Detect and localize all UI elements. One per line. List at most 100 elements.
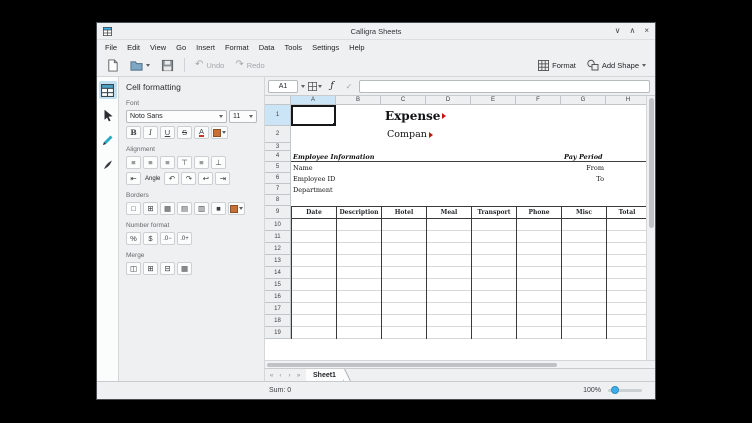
menu-insert[interactable]: Insert <box>191 43 220 52</box>
row-header-6[interactable]: 6 <box>265 173 291 184</box>
cell-reference-box[interactable]: A1 <box>268 79 298 93</box>
last-sheet-button[interactable]: » <box>294 369 303 381</box>
formula-button[interactable]: ƒ <box>325 79 339 93</box>
column-header-e[interactable]: E <box>471 96 516 105</box>
save-button[interactable] <box>157 56 178 74</box>
row-header-2[interactable]: 2 <box>265 126 291 143</box>
border-horizontal-button[interactable]: ▤ <box>177 202 192 215</box>
selection-tool-button[interactable] <box>99 106 117 124</box>
row-header-12[interactable]: 12 <box>265 243 291 255</box>
minimize-button[interactable]: ∨ <box>615 27 621 35</box>
row-header-18[interactable]: 18 <box>265 315 291 327</box>
row-header-9[interactable]: 9 <box>265 206 291 219</box>
align-bottom-button[interactable]: ⊥ <box>211 156 226 169</box>
row-header-3[interactable]: 3 <box>265 143 291 151</box>
underline-button[interactable]: U <box>160 126 175 139</box>
row-header-11[interactable]: 11 <box>265 231 291 243</box>
zoom-slider-thumb[interactable] <box>611 386 619 394</box>
horizontal-scrollbar-thumb[interactable] <box>267 362 557 367</box>
active-cell-selection[interactable] <box>291 105 336 126</box>
align-top-button[interactable]: ⊤ <box>177 156 192 169</box>
merge-horizontal-button[interactable]: ⊞ <box>143 262 158 275</box>
column-header-b[interactable]: B <box>336 96 381 105</box>
menu-edit[interactable]: Edit <box>122 43 145 52</box>
open-document-button[interactable] <box>126 56 154 74</box>
row-header-8[interactable]: 8 <box>265 195 291 206</box>
font-color-button[interactable]: A <box>194 126 209 139</box>
bold-button[interactable]: B <box>126 126 141 139</box>
new-document-button[interactable] <box>102 56 123 74</box>
row-header-10[interactable]: 10 <box>265 219 291 231</box>
border-outline-button[interactable]: ■ <box>211 202 226 215</box>
vertical-scrollbar-thumb[interactable] <box>648 98 654 228</box>
row-header-14[interactable]: 14 <box>265 267 291 279</box>
cell-reference-caret-icon[interactable] <box>301 84 305 88</box>
row-header-15[interactable]: 15 <box>265 279 291 291</box>
selection-list-button[interactable] <box>308 79 322 93</box>
menu-tools[interactable]: Tools <box>280 43 308 52</box>
wrap-text-button[interactable]: ↩ <box>198 172 214 185</box>
font-family-combo[interactable]: Noto Sans <box>126 110 227 123</box>
align-right-button[interactable]: ≡ <box>160 156 175 169</box>
column-header-f[interactable]: F <box>516 96 561 105</box>
column-header-g[interactable]: G <box>561 96 606 105</box>
strikethrough-button[interactable]: S <box>177 126 192 139</box>
column-header-h[interactable]: H <box>606 96 646 105</box>
horizontal-scrollbar[interactable] <box>265 360 655 368</box>
menu-help[interactable]: Help <box>344 43 369 52</box>
menu-settings[interactable]: Settings <box>307 43 344 52</box>
money-format-button[interactable]: $ <box>143 232 158 245</box>
apply-button[interactable]: ✓ <box>342 79 356 93</box>
menu-data[interactable]: Data <box>254 43 280 52</box>
titlebar[interactable]: Calligra Sheets ∨ ∧ × <box>97 23 655 40</box>
undo-button[interactable]: ↶ Undo <box>191 56 228 74</box>
border-vertical-button[interactable]: ▥ <box>194 202 209 215</box>
merge-vertical-button[interactable]: ⊟ <box>160 262 175 275</box>
row-header-19[interactable]: 19 <box>265 327 291 339</box>
row-header-5[interactable]: 5 <box>265 162 291 173</box>
row-header-13[interactable]: 13 <box>265 255 291 267</box>
align-left-button[interactable]: ≡ <box>126 156 141 169</box>
rotate-cw-button[interactable]: ↷ <box>181 172 197 185</box>
selection-handle[interactable] <box>333 123 336 126</box>
decrease-indent-button[interactable]: ⇤ <box>126 172 141 185</box>
increase-indent-button[interactable]: ⇥ <box>215 172 231 185</box>
column-header-c[interactable]: C <box>381 96 426 105</box>
border-inner-button[interactable]: ▦ <box>160 202 175 215</box>
pencil-tool-button[interactable] <box>99 131 117 149</box>
formula-input[interactable] <box>359 79 650 93</box>
border-none-button[interactable]: □ <box>126 202 141 215</box>
format-button[interactable]: Format <box>534 56 580 74</box>
font-size-combo[interactable]: 11 <box>229 110 257 123</box>
first-sheet-button[interactable]: « <box>267 369 276 381</box>
align-middle-button[interactable]: ≡ <box>194 156 209 169</box>
border-color-button[interactable] <box>228 202 245 215</box>
menu-view[interactable]: View <box>145 43 171 52</box>
fill-color-button[interactable] <box>211 126 228 139</box>
next-sheet-button[interactable]: › <box>285 369 294 381</box>
rotate-ccw-button[interactable]: ↶ <box>164 172 180 185</box>
menu-format[interactable]: Format <box>220 43 254 52</box>
row-header-1[interactable]: 1 <box>265 105 291 126</box>
select-all-corner[interactable] <box>265 96 291 105</box>
column-header-d[interactable]: D <box>426 96 471 105</box>
align-center-button[interactable]: ≡ <box>143 156 158 169</box>
maximize-button[interactable]: ∧ <box>629 27 635 35</box>
calligraphy-tool-button[interactable] <box>99 156 117 174</box>
redo-button[interactable]: ↷ Redo <box>231 56 268 74</box>
vertical-scrollbar[interactable] <box>646 96 655 360</box>
dissociate-cells-button[interactable]: ▦ <box>177 262 192 275</box>
italic-button[interactable]: I <box>143 126 158 139</box>
zoom-slider[interactable] <box>608 386 642 394</box>
row-header-17[interactable]: 17 <box>265 303 291 315</box>
column-header-a[interactable]: A <box>291 96 336 105</box>
merge-cells-button[interactable]: ◫ <box>126 262 141 275</box>
menu-go[interactable]: Go <box>171 43 191 52</box>
close-button[interactable]: × <box>644 27 649 35</box>
increase-precision-button[interactable]: .0+ <box>177 232 192 245</box>
previous-sheet-button[interactable]: ‹ <box>276 369 285 381</box>
percent-format-button[interactable]: % <box>126 232 141 245</box>
border-all-button[interactable]: ⊞ <box>143 202 158 215</box>
row-header-4[interactable]: 4 <box>265 151 291 162</box>
cell-tool-button[interactable] <box>98 81 117 99</box>
